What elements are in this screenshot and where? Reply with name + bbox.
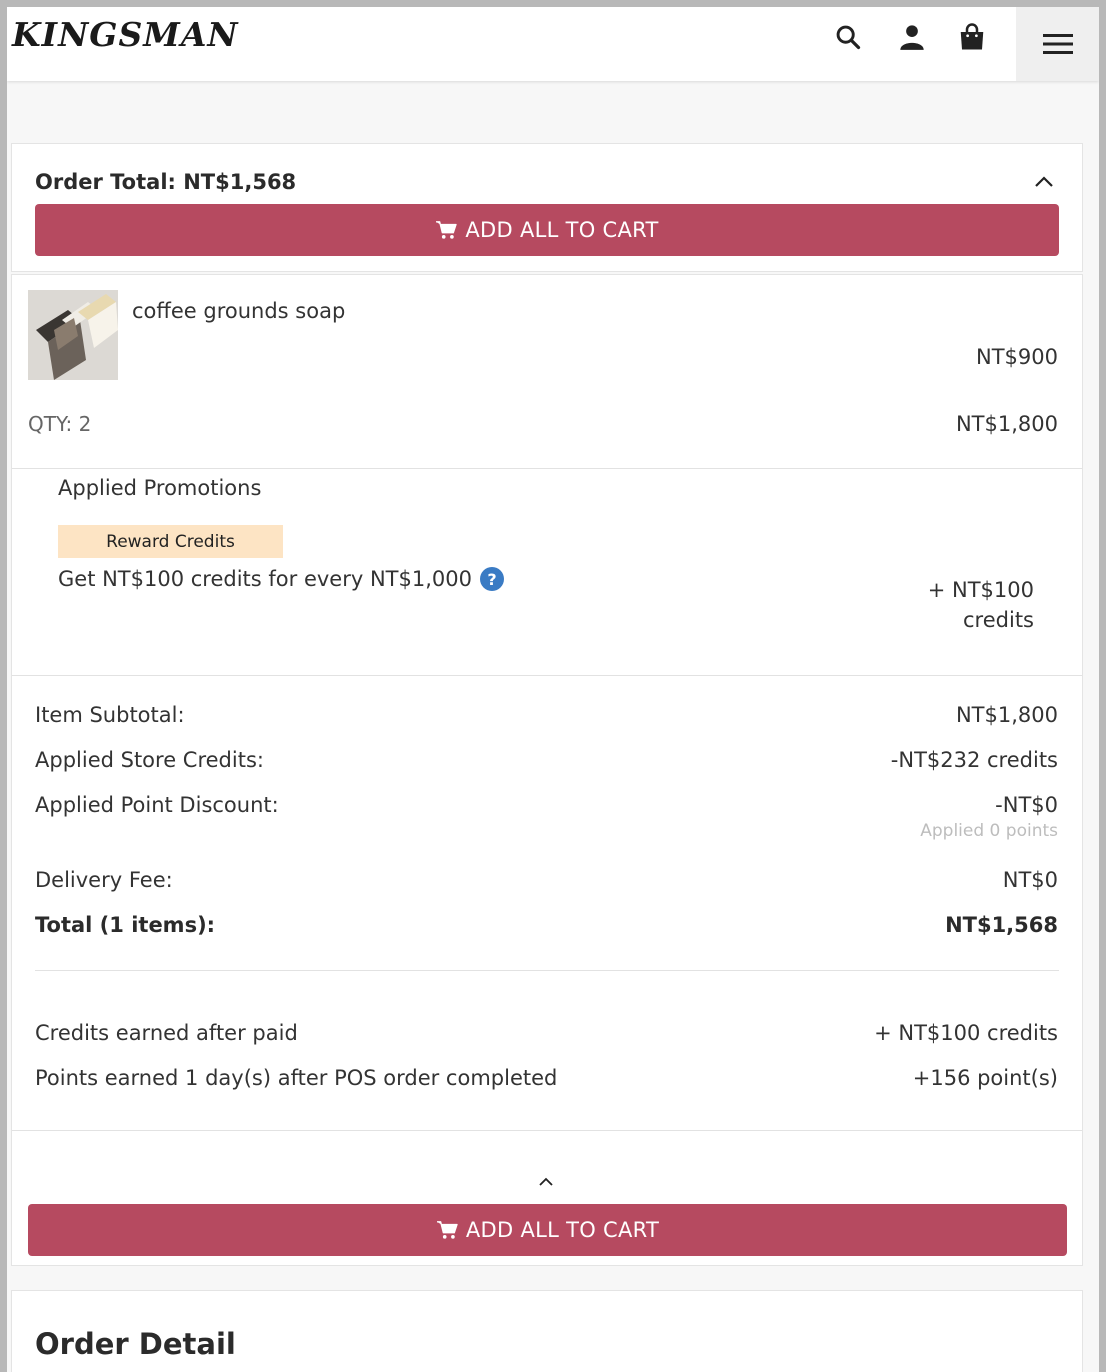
- item-subtotal-label: Item Subtotal:: [35, 703, 185, 727]
- shopping-bag-icon[interactable]: [956, 21, 988, 53]
- credits-earned-value: + NT$100 credits: [874, 1021, 1058, 1045]
- cart-icon: [436, 1221, 458, 1239]
- cart-items-card: coffee grounds soap NT$900 QTY: 2 NT$1,8…: [11, 274, 1083, 1266]
- top-header: KINGSMAN: [7, 7, 1099, 81]
- brand-logo[interactable]: KINGSMAN: [12, 15, 239, 54]
- order-summary-card: Order Total: NT$1,568 ADD ALL TO CART: [11, 143, 1083, 272]
- hamburger-menu-button[interactable]: [1016, 7, 1099, 81]
- search-icon[interactable]: [832, 21, 864, 53]
- order-detail-card: Order Detail: [11, 1290, 1083, 1372]
- order-detail-title: Order Detail: [35, 1327, 236, 1361]
- points-earned-label: Points earned 1 day(s) after POS order c…: [35, 1066, 558, 1090]
- promotion-description: Get NT$100 credits for every NT$1,000 ?: [58, 567, 504, 591]
- page-frame: KINGSMAN Order Total: NT$1,568 ADD ALL T…: [7, 7, 1099, 1372]
- store-credits-value: -NT$232 credits: [890, 748, 1058, 772]
- reward-credits-badge: Reward Credits: [58, 525, 283, 558]
- collapse-chevron-up-icon[interactable]: [1034, 174, 1054, 193]
- add-all-to-cart-button[interactable]: ADD ALL TO CART: [35, 204, 1059, 256]
- order-total-text: Order Total: NT$1,568: [35, 170, 297, 194]
- product-thumbnail[interactable]: [28, 290, 118, 380]
- promotion-credits-unit: credits: [963, 608, 1034, 632]
- line-total: NT$1,800: [955, 412, 1058, 436]
- unit-price: NT$900: [976, 345, 1058, 369]
- divider: [12, 468, 1082, 469]
- point-discount-label: Applied Point Discount:: [35, 793, 279, 817]
- point-discount-note: Applied 0 points: [920, 821, 1058, 841]
- cart-icon: [436, 221, 458, 239]
- user-icon[interactable]: [896, 21, 928, 53]
- store-credits-label: Applied Store Credits:: [35, 748, 264, 772]
- total-value: NT$1,568: [945, 913, 1058, 937]
- delivery-fee-value: NT$0: [1002, 868, 1058, 892]
- delivery-fee-label: Delivery Fee:: [35, 868, 173, 892]
- point-discount-value: -NT$0: [995, 793, 1058, 817]
- add-all-to-cart-label: ADD ALL TO CART: [465, 218, 659, 242]
- divider: [12, 1130, 1082, 1131]
- points-earned-value: +156 point(s): [912, 1066, 1058, 1090]
- hamburger-menu-icon: [1042, 34, 1073, 54]
- item-subtotal-value: NT$1,800: [955, 703, 1058, 727]
- promotion-credits-earned: + NT$100 credits: [928, 575, 1034, 635]
- quantity-label: QTY: 2: [28, 412, 92, 436]
- total-label: Total (1 items):: [35, 913, 216, 937]
- promotion-description-text: Get NT$100 credits for every NT$1,000: [58, 567, 472, 591]
- product-name[interactable]: coffee grounds soap: [132, 299, 345, 323]
- applied-promotions-title: Applied Promotions: [58, 476, 262, 500]
- add-all-to-cart-button-bottom[interactable]: ADD ALL TO CART: [28, 1204, 1067, 1256]
- promotion-credits-amount: + NT$100: [927, 578, 1034, 602]
- divider: [35, 970, 1059, 971]
- help-icon[interactable]: ?: [479, 567, 504, 591]
- collapse-chevron-up-icon[interactable]: [539, 1172, 553, 1191]
- divider: [12, 675, 1082, 676]
- credits-earned-label: Credits earned after paid: [35, 1021, 298, 1045]
- add-all-to-cart-label: ADD ALL TO CART: [465, 1218, 660, 1242]
